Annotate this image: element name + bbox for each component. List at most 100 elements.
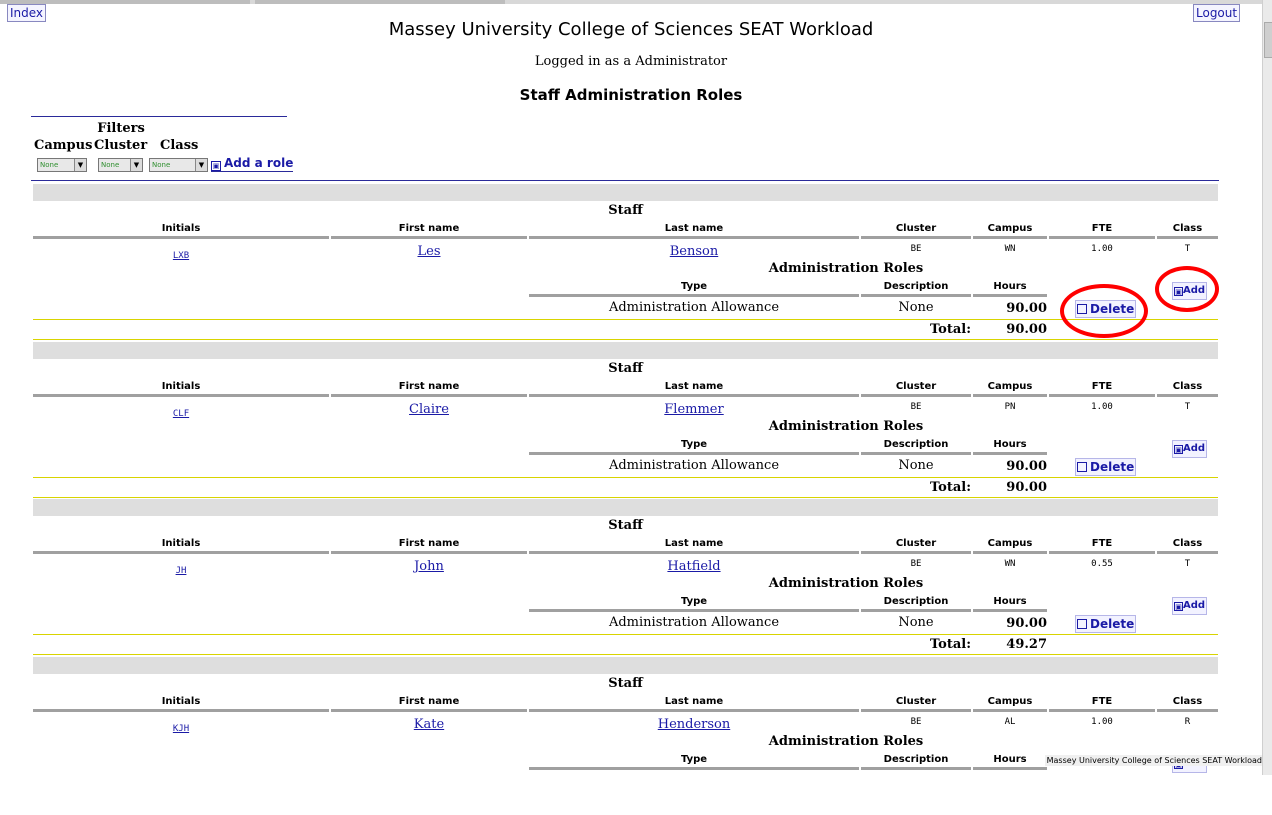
col-description-header: Description	[883, 596, 949, 607]
staff-cluster: BE	[910, 559, 922, 569]
role-hours: 90.00	[1006, 301, 1047, 316]
staff-initials-link[interactable]: CLF	[173, 409, 189, 419]
staff-heading: Staff	[608, 676, 643, 691]
vertical-scrollbar[interactable]	[1262, 0, 1272, 775]
total-label: Total:	[929, 480, 971, 495]
roles-header-rule	[973, 452, 1047, 455]
staff-first-name-link[interactable]: Claire	[409, 402, 449, 417]
staff-last-name-link[interactable]: Hatfield	[667, 559, 720, 574]
campus-select[interactable]: None ▼	[37, 158, 87, 172]
header-rule	[973, 709, 1047, 712]
checkbox-icon	[1077, 619, 1087, 629]
roles-header-rule	[861, 452, 971, 455]
role-row-rule	[33, 477, 1218, 478]
col-hours-header: Hours	[993, 754, 1027, 765]
class-select[interactable]: None ▼	[149, 158, 208, 172]
roles-header-rule	[529, 609, 859, 612]
col-initials-header: Initials	[161, 696, 201, 707]
total-row-rule	[33, 339, 1218, 340]
header-rule	[1157, 236, 1218, 239]
section-title: Staff Administration Roles	[519, 86, 743, 104]
delete-role-button[interactable]: Delete	[1075, 458, 1137, 476]
role-hours: 90.00	[1006, 616, 1047, 631]
staff-heading: Staff	[608, 203, 643, 218]
col-last-name-header: Last name	[664, 223, 724, 234]
add-role-button[interactable]: ▣ Add a role	[211, 156, 294, 172]
filters-top-rule	[31, 116, 287, 117]
staff-campus: PN	[1004, 402, 1016, 412]
delete-label: Delete	[1090, 460, 1135, 474]
role-description: None	[898, 458, 934, 473]
total-hours: 90.00	[1006, 322, 1047, 337]
header-rule	[1049, 394, 1155, 397]
staff-campus: WN	[1004, 244, 1016, 254]
staff-cluster: BE	[910, 717, 922, 727]
staff-campus: WN	[1004, 559, 1016, 569]
header-rule	[973, 551, 1047, 554]
staff-fte: 1.00	[1091, 402, 1113, 412]
staff-fte: 0.55	[1091, 559, 1113, 569]
staff-initials-link[interactable]: KJH	[173, 724, 189, 734]
col-type-header: Type	[680, 754, 708, 765]
roles-header-rule	[973, 609, 1047, 612]
staff-band	[33, 657, 1218, 674]
staff-last-name-link[interactable]: Flemmer	[664, 402, 723, 417]
scrollbar-thumb[interactable]	[1264, 22, 1272, 58]
filter-controls: None ▼ None ▼ None ▼ ▣ Add a role	[31, 154, 294, 172]
col-hours-header: Hours	[993, 439, 1027, 450]
header-rule	[33, 709, 329, 712]
role-type: Administration Allowance	[608, 615, 780, 630]
roles-header-rule	[973, 294, 1047, 297]
col-class-header: Class	[1172, 538, 1203, 549]
col-class-header: Class	[1172, 381, 1203, 392]
col-description-header: Description	[883, 281, 949, 292]
browser-tab-strip	[0, 0, 1272, 4]
col-campus-header: Campus	[987, 696, 1033, 707]
browser-tab[interactable]	[255, 0, 505, 4]
cluster-select[interactable]: None ▼	[98, 158, 143, 172]
staff-initials-link[interactable]: LXB	[173, 251, 189, 261]
col-fte-header: FTE	[1091, 381, 1113, 392]
staff-block: Staff Initials First name Last name Clus…	[33, 499, 1218, 657]
col-campus-header: Campus	[987, 538, 1033, 549]
staff-initials-link[interactable]: JH	[176, 566, 187, 576]
filter-label-campus: Campus	[34, 138, 93, 153]
add-role-button[interactable]: ▣Add	[1172, 440, 1208, 458]
header-rule	[33, 551, 329, 554]
staff-cluster: BE	[910, 244, 922, 254]
staff-block: Staff Initials First name Last name Clus…	[33, 342, 1218, 500]
chevron-down-icon: ▼	[74, 159, 86, 171]
staff-first-name-link[interactable]: Les	[418, 244, 441, 259]
filter-label-cluster: Cluster	[94, 138, 148, 153]
delete-role-button[interactable]: Delete	[1075, 615, 1137, 633]
staff-first-name-link[interactable]: John	[414, 559, 444, 574]
col-class-header: Class	[1172, 696, 1203, 707]
header-rule	[331, 709, 527, 712]
staff-cluster: BE	[910, 402, 922, 412]
staff-fte: 1.00	[1091, 244, 1113, 254]
annotation-circle-delete	[1060, 284, 1148, 338]
add-label: Add	[1183, 600, 1206, 611]
chevron-down-icon: ▼	[195, 159, 207, 171]
staff-block: Staff Initials First name Last name Clus…	[33, 657, 1218, 815]
col-campus-header: Campus	[987, 381, 1033, 392]
header-rule	[973, 236, 1047, 239]
role-type: Administration Allowance	[608, 300, 780, 315]
staff-fte: 1.00	[1091, 717, 1113, 727]
header-rule	[529, 709, 859, 712]
col-first-name-header: First name	[398, 381, 460, 392]
staff-last-name-link[interactable]: Henderson	[658, 717, 731, 732]
staff-last-name-link[interactable]: Benson	[670, 244, 719, 259]
col-first-name-header: First name	[398, 538, 460, 549]
image-icon: ▣	[1174, 602, 1183, 611]
staff-block: Staff Initials First name Last name Clus…	[33, 184, 1218, 342]
add-role-button[interactable]: ▣Add	[1172, 597, 1208, 615]
add-label: Add	[1183, 443, 1206, 454]
staff-first-name-link[interactable]: Kate	[414, 717, 444, 732]
staff-class: R	[1184, 717, 1191, 727]
col-last-name-header: Last name	[664, 538, 724, 549]
col-fte-header: FTE	[1091, 696, 1113, 707]
roles-header-rule	[529, 294, 859, 297]
staff-class: T	[1184, 402, 1191, 412]
roles-header-rule	[973, 767, 1047, 770]
